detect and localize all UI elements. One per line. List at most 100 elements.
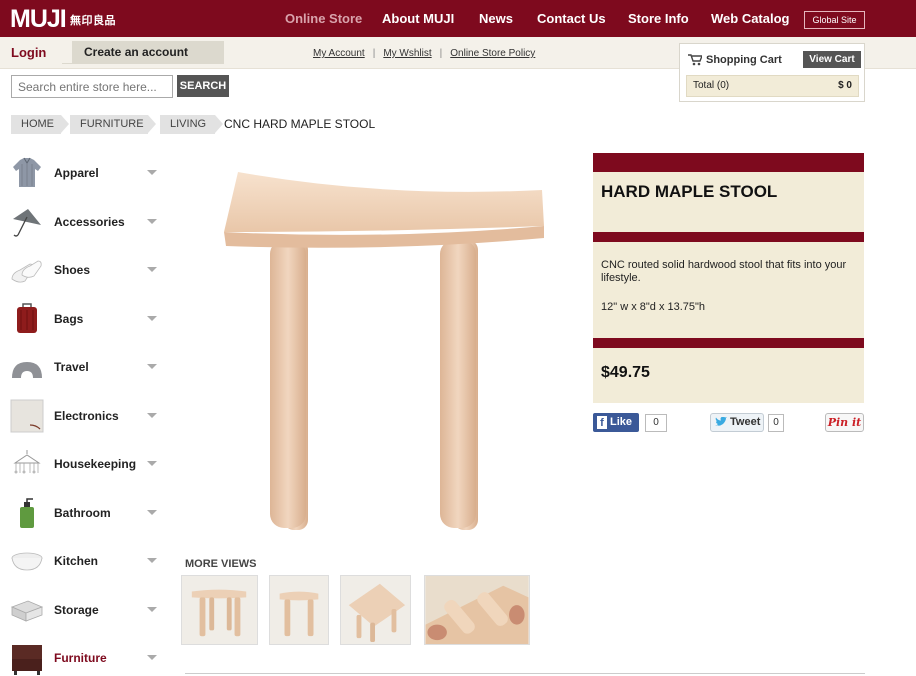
sidebar-item-label: Bags xyxy=(54,312,84,326)
cart-title: Shopping Cart xyxy=(706,54,782,66)
cart-total-row: Total (0) $ 0 xyxy=(686,75,859,97)
cart-total-label: Total (0) xyxy=(693,80,730,91)
muji-logo-japanese: 無印良品 xyxy=(70,15,116,27)
chevron-down-icon[interactable] xyxy=(147,558,157,563)
neck-pillow-icon xyxy=(12,362,42,378)
bowl-icon xyxy=(11,552,43,571)
umbrella-icon xyxy=(13,209,41,237)
price-bar xyxy=(593,338,864,348)
sidebar-item-storage[interactable]: Storage xyxy=(10,593,160,629)
shoes-icon xyxy=(11,260,42,283)
cart-icon xyxy=(688,54,702,66)
sidebar-item-label: Travel xyxy=(54,360,89,374)
breadcrumb-furniture[interactable]: FURNITURE xyxy=(70,115,156,134)
chevron-down-icon[interactable] xyxy=(147,510,157,515)
sidebar-item-shoes[interactable]: Shoes xyxy=(10,253,160,289)
more-views-title: MORE VIEWS xyxy=(185,558,257,570)
sidebar-item-bags[interactable]: Bags xyxy=(10,302,160,338)
facebook-like-button[interactable]: f Like xyxy=(593,413,639,432)
storage-box-icon xyxy=(10,600,44,622)
title-panel xyxy=(593,172,864,232)
breadcrumb-current: CNC HARD MAPLE STOOL xyxy=(224,117,376,131)
create-account-button[interactable]: Create an account xyxy=(62,41,224,64)
sofa-icon xyxy=(12,645,42,675)
more-view-thumbnail[interactable] xyxy=(340,575,411,645)
like-label: Like xyxy=(610,416,633,428)
nav-news[interactable]: News xyxy=(479,11,513,26)
speaker-icon xyxy=(10,399,44,433)
chevron-down-icon[interactable] xyxy=(147,267,157,272)
sidebar-item-kitchen[interactable]: Kitchen xyxy=(10,544,160,580)
chevron-down-icon[interactable] xyxy=(147,655,157,660)
tweet-button[interactable]: Tweet xyxy=(710,413,764,432)
sidebar-item-label: Housekeeping xyxy=(54,457,137,471)
nav-contact-us[interactable]: Contact Us xyxy=(537,11,606,26)
twitter-bird-icon xyxy=(715,417,727,426)
cart-total-amount: $ 0 xyxy=(838,80,852,91)
sidebar-item-travel[interactable]: Travel xyxy=(10,350,160,386)
chevron-down-icon[interactable] xyxy=(147,219,157,224)
sidebar-item-label: Bathroom xyxy=(54,506,111,520)
chevron-down-icon[interactable] xyxy=(147,364,157,369)
chevron-down-icon[interactable] xyxy=(147,607,157,612)
description-bar xyxy=(593,232,864,242)
chevron-down-icon[interactable] xyxy=(147,170,157,175)
nav-store-info[interactable]: Store Info xyxy=(628,11,689,26)
breadcrumb-home[interactable]: HOME xyxy=(11,115,69,134)
product-main-image[interactable] xyxy=(210,160,560,540)
description-panel xyxy=(593,242,864,338)
sidebar-item-label: Electronics xyxy=(54,409,119,423)
sidebar-item-electronics[interactable]: Electronics xyxy=(10,399,160,435)
soap-bottle-icon xyxy=(20,498,34,528)
chevron-down-icon[interactable] xyxy=(147,413,157,418)
facebook-icon: f xyxy=(597,416,607,429)
sidebar-item-accessories[interactable]: Accessories xyxy=(10,205,160,241)
sidebar-item-furniture[interactable]: Furniture xyxy=(10,641,160,676)
product-dimensions: 12" w x 8"d x 13.75"h xyxy=(601,301,706,313)
top-nav-bar: MUJI 無印良品 Online Store About MUJI News C… xyxy=(0,0,916,37)
more-view-thumbnail[interactable] xyxy=(181,575,258,645)
muji-logo[interactable]: MUJI xyxy=(10,5,67,34)
sidebar-item-label: Apparel xyxy=(54,166,99,180)
product-price: $49.75 xyxy=(601,364,650,381)
section-divider xyxy=(185,673,865,674)
search-input[interactable] xyxy=(11,75,173,98)
sidebar-item-label: Shoes xyxy=(54,263,91,277)
sidebar-item-bathroom[interactable]: Bathroom xyxy=(10,496,160,532)
sidebar-item-label: Storage xyxy=(54,603,99,617)
link-separator: | xyxy=(439,48,443,59)
nav-web-catalog[interactable]: Web Catalog xyxy=(711,11,790,26)
tweet-label: Tweet xyxy=(730,416,761,428)
sidebar-item-label: Kitchen xyxy=(54,554,99,568)
chevron-down-icon[interactable] xyxy=(147,316,157,321)
link-separator: | xyxy=(372,48,376,59)
account-links: My Account | My Wshlist | Online Store Polic… xyxy=(313,48,535,59)
more-view-thumbnail[interactable] xyxy=(424,575,530,645)
hanger-icon xyxy=(13,450,41,474)
shopping-cart-widget: Shopping Cart View Cart Total (0) $ 0 xyxy=(679,43,865,102)
sidebar-item-housekeeping[interactable]: Housekeeping xyxy=(10,447,160,483)
shirt-icon xyxy=(13,157,41,187)
nav-about-muji[interactable]: About MUJI xyxy=(382,11,454,26)
nav-online-store[interactable]: Online Store xyxy=(285,11,362,26)
breadcrumb-living[interactable]: LIVING xyxy=(160,115,223,134)
tweet-count: 0 xyxy=(768,414,784,432)
more-view-thumbnail[interactable] xyxy=(269,575,329,645)
my-account-link[interactable]: My Account xyxy=(313,48,365,59)
view-cart-button[interactable]: View Cart xyxy=(803,51,861,68)
chevron-down-icon[interactable] xyxy=(147,461,157,466)
title-bar xyxy=(593,153,864,172)
store-policy-link[interactable]: Online Store Policy xyxy=(450,48,535,59)
search-button[interactable]: SEARCH xyxy=(177,75,229,97)
login-link[interactable]: Login xyxy=(11,45,46,60)
product-description: CNC routed solid hardwood stool that fit… xyxy=(601,259,847,284)
sidebar-item-apparel[interactable]: Apparel xyxy=(10,156,160,192)
pinterest-pin-button[interactable]: Pin it xyxy=(825,413,864,432)
product-title: HARD MAPLE STOOL xyxy=(601,182,778,201)
like-count: 0 xyxy=(645,414,667,432)
my-wishlist-link[interactable]: My Wshlist xyxy=(383,48,431,59)
sidebar-item-label: Accessories xyxy=(54,215,125,229)
suitcase-icon xyxy=(17,303,37,333)
sidebar-item-label: Furniture xyxy=(54,651,107,665)
global-site-button[interactable]: Global Site xyxy=(804,11,865,29)
